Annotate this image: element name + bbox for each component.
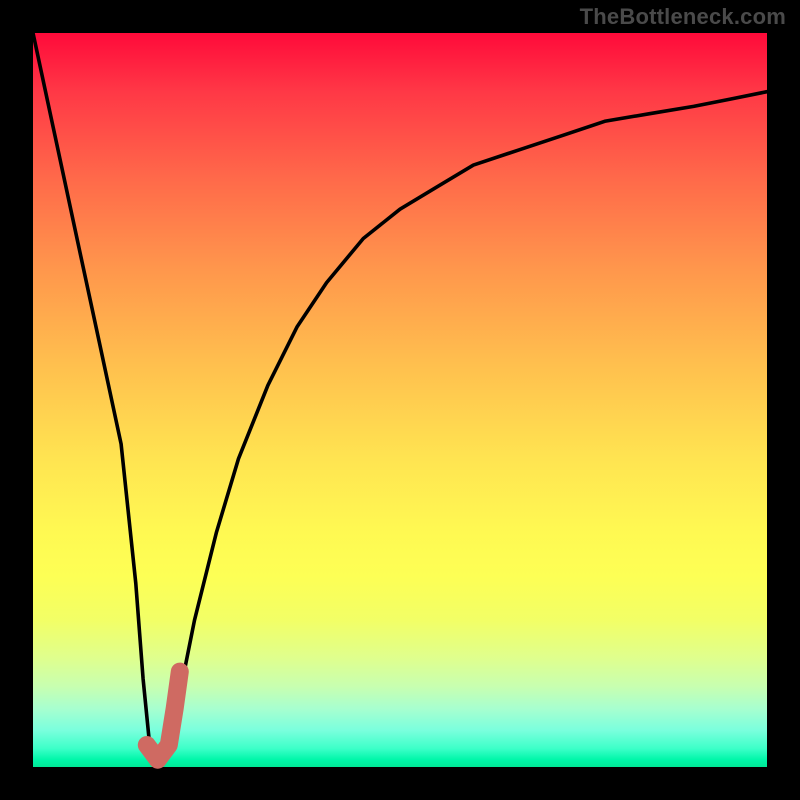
chart-frame: TheBottleneck.com [0, 0, 800, 800]
plot-area [33, 33, 767, 767]
highlight-marker [147, 672, 180, 760]
watermark-text: TheBottleneck.com [580, 4, 786, 30]
bottleneck-curve [33, 33, 767, 767]
chart-svg [33, 33, 767, 767]
